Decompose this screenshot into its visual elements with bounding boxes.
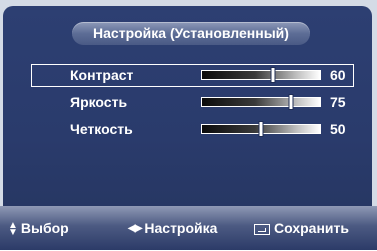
brightness-label: Яркость xyxy=(70,94,128,110)
adjust-hint-label: Настройка xyxy=(144,220,218,236)
menu-title: Настройка (Установленный) xyxy=(72,22,310,45)
tv-osd-screen: Настройка (Установленный) Контраст 60 Яр… xyxy=(0,0,377,250)
save-hint: Сохранить xyxy=(254,206,349,250)
up-down-arrows-icon: ▲ ▼ xyxy=(8,220,18,239)
menu-row-sharpness[interactable]: Четкость 50 xyxy=(31,118,354,141)
enter-icon xyxy=(254,223,270,235)
menu-row-brightness[interactable]: Яркость 75 xyxy=(31,91,354,114)
sharpness-slider-thumb[interactable] xyxy=(258,121,264,137)
brightness-slider-thumb[interactable] xyxy=(288,94,293,110)
contrast-slider[interactable] xyxy=(201,67,321,83)
adjust-hint: ◀▶ Настройка xyxy=(128,206,217,250)
contrast-slider-thumb[interactable] xyxy=(270,67,276,83)
sharpness-value: 50 xyxy=(330,121,346,137)
contrast-value: 60 xyxy=(330,67,346,83)
navigation-hint-bar: ▲ ▼ Выбор ◀▶ Настройка Сохранить xyxy=(0,206,377,250)
select-hint: ▲ ▼ Выбор xyxy=(8,206,69,250)
brightness-value: 75 xyxy=(330,94,346,110)
save-hint-label: Сохранить xyxy=(274,220,349,236)
sharpness-slider[interactable] xyxy=(201,121,321,137)
contrast-label: Контраст xyxy=(70,67,134,83)
select-hint-label: Выбор xyxy=(20,220,69,236)
sharpness-label: Четкость xyxy=(70,121,133,137)
left-right-arrows-icon: ◀▶ xyxy=(128,223,142,235)
brightness-slider[interactable] xyxy=(201,94,321,110)
menu-row-contrast[interactable]: Контраст 60 xyxy=(31,64,354,87)
